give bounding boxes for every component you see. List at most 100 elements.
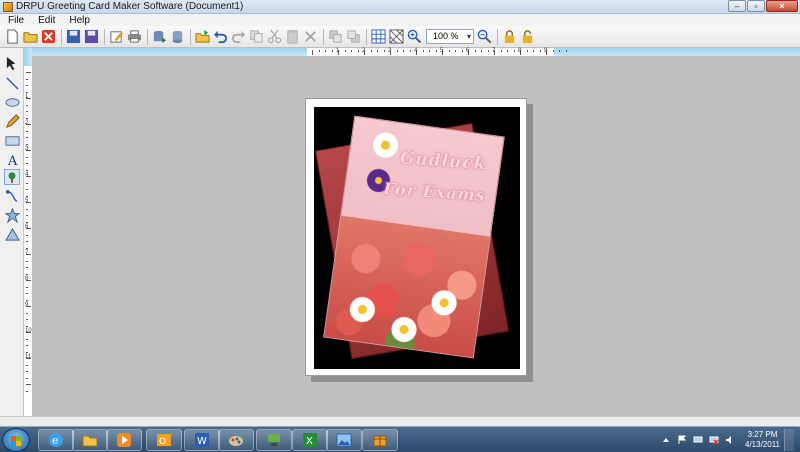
- paste-icon[interactable]: [284, 29, 300, 45]
- picture-tool-icon[interactable]: [4, 169, 20, 185]
- delete-icon[interactable]: [302, 29, 318, 45]
- ruler-tick: [312, 50, 313, 55]
- lock-icon[interactable]: [501, 29, 517, 45]
- ruler-tick: [26, 72, 31, 73]
- menu-help[interactable]: Help: [69, 15, 90, 26]
- ruler-label: 10: [25, 328, 32, 334]
- pattern-icon[interactable]: [388, 29, 404, 45]
- open-icon[interactable]: [22, 29, 38, 45]
- save-icon[interactable]: [65, 29, 81, 45]
- paint-icon[interactable]: [218, 429, 254, 451]
- flag-icon[interactable]: [677, 435, 687, 445]
- network-icon[interactable]: [256, 429, 292, 451]
- main-toolbar: 100 % ▾: [0, 26, 800, 48]
- pencil-tool-icon[interactable]: [4, 113, 20, 129]
- ruler-tick: [325, 50, 326, 52]
- word-icon[interactable]: W: [184, 429, 220, 451]
- database-icon[interactable]: [169, 29, 185, 45]
- ruler-tick: [455, 50, 456, 52]
- show-desktop-button[interactable]: [784, 429, 794, 451]
- unlock-icon[interactable]: [519, 29, 535, 45]
- ruler-tick: [26, 312, 28, 314]
- line-tool-icon[interactable]: [4, 75, 20, 91]
- close-document-icon[interactable]: [40, 29, 56, 45]
- cut-icon[interactable]: [266, 29, 282, 45]
- zoom-out-icon[interactable]: [476, 29, 492, 45]
- ruler-tick: [26, 163, 28, 164]
- ruler-tick: [435, 50, 437, 52]
- svg-text:e: e: [52, 434, 59, 447]
- ruler-label: 2: [362, 48, 366, 54]
- ruler-tick: [26, 351, 28, 353]
- card-page[interactable]: Gudluck For Exams: [305, 98, 527, 376]
- system-clock[interactable]: 3:27 PM 4/13/2011: [745, 430, 780, 450]
- curve-tool-icon[interactable]: [4, 188, 20, 204]
- card-title-line-2[interactable]: For Exams: [383, 179, 486, 205]
- save-as-icon[interactable]: [83, 29, 99, 45]
- ruler-tick: [461, 50, 463, 52]
- grid-icon[interactable]: [370, 29, 386, 45]
- card-background: Gudluck For Exams: [314, 107, 520, 369]
- ruler-tick: [26, 345, 28, 346]
- start-button[interactable]: [2, 428, 30, 452]
- rectangle-tool-icon[interactable]: [4, 132, 20, 148]
- toolbar-separator: [61, 28, 62, 45]
- print-icon[interactable]: [126, 29, 142, 45]
- media-player-icon[interactable]: [106, 429, 142, 451]
- ruler-tick: [26, 384, 31, 385]
- picture-viewer-icon[interactable]: [326, 429, 362, 451]
- maximize-button[interactable]: ▫: [747, 0, 765, 12]
- redo-icon[interactable]: [230, 29, 246, 45]
- display-icon[interactable]: [693, 435, 703, 445]
- triangle-tool-icon[interactable]: [4, 226, 20, 242]
- ruler-tick: [409, 50, 411, 52]
- file-explorer-icon[interactable]: [72, 429, 108, 451]
- ruler-tick: [481, 50, 482, 52]
- send-backward-icon[interactable]: [345, 29, 361, 45]
- edit-icon[interactable]: [108, 29, 124, 45]
- zoom-select[interactable]: 100 % ▾: [426, 29, 474, 44]
- ellipse-tool-icon[interactable]: [4, 94, 20, 110]
- new-icon[interactable]: [4, 29, 20, 45]
- toolbar-separator: [366, 28, 367, 45]
- design-canvas[interactable]: Gudluck For Exams: [32, 56, 800, 416]
- show-hidden-icons-icon[interactable]: [661, 435, 671, 445]
- ruler-tick: [552, 50, 554, 52]
- excel-icon[interactable]: X: [292, 429, 328, 451]
- bring-forward-icon[interactable]: [327, 29, 343, 45]
- greeting-card-maker-icon[interactable]: [362, 429, 398, 451]
- ruler-tick: [26, 221, 28, 223]
- ruler-tick: [474, 50, 476, 52]
- ruler-tick: [377, 50, 378, 52]
- menu-edit[interactable]: Edit: [38, 15, 55, 26]
- ruler-tick: [396, 50, 398, 52]
- zoom-in-icon[interactable]: [406, 29, 422, 45]
- ruler-tick: [500, 50, 502, 52]
- network-status-icon[interactable]: [709, 435, 719, 445]
- front-card-image[interactable]: Gudluck For Exams: [323, 115, 505, 359]
- drawing-toolbar: A: [0, 48, 24, 416]
- star-tool-icon[interactable]: [4, 207, 20, 223]
- outlook-icon[interactable]: O: [146, 429, 182, 451]
- minimize-button[interactable]: –: [728, 0, 746, 12]
- svg-text:X: X: [306, 436, 313, 447]
- ruler-label: 5: [25, 198, 29, 204]
- copy-icon[interactable]: [248, 29, 264, 45]
- internet-explorer-icon[interactable]: e: [38, 429, 74, 451]
- card-title-line-1[interactable]: Gudluck: [399, 148, 487, 174]
- close-button[interactable]: ×: [766, 0, 798, 12]
- ruler-label: 4: [414, 48, 418, 54]
- ruler-tick: [26, 234, 28, 236]
- undo-icon[interactable]: [212, 29, 228, 45]
- select-tool-icon[interactable]: [4, 55, 20, 71]
- volume-icon[interactable]: [725, 435, 735, 445]
- ruler-label: 9: [25, 302, 29, 308]
- ruler-label: 1: [336, 48, 340, 54]
- ruler-tick: [26, 241, 28, 242]
- toolbar-separator: [147, 28, 148, 45]
- menu-file[interactable]: File: [8, 15, 24, 26]
- folder-export-icon[interactable]: [194, 29, 210, 45]
- text-tool-icon[interactable]: A: [4, 151, 20, 167]
- ruler-tick: [513, 50, 515, 52]
- import-icon[interactable]: [151, 29, 167, 45]
